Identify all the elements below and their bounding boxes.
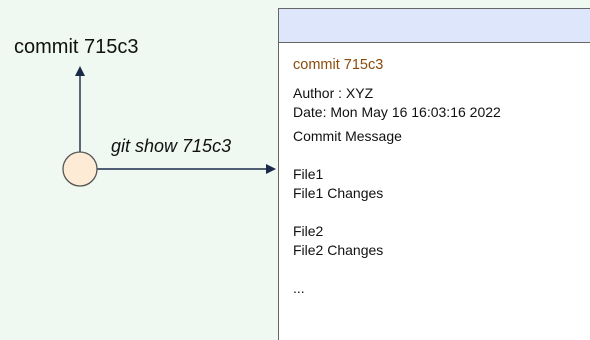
panel-file2-name: File2 [293, 223, 324, 239]
panel-body: commit 715c3 Author : XYZ Date: Mon May … [279, 43, 590, 298]
panel-author-line: Author : XYZ [293, 85, 374, 101]
commit-node [62, 151, 98, 187]
panel-commit-line: commit 715c3 [293, 57, 384, 73]
commit-node-label: commit 715c3 [14, 36, 139, 58]
git-show-command-label: git show 715c3 [111, 136, 232, 156]
panel-message-line: Commit Message [293, 128, 402, 144]
git-show-output-panel: commit 715c3 Author : XYZ Date: Mon May … [278, 8, 590, 340]
panel-file2-changes: File2 Changes [293, 242, 384, 258]
panel-file1-name: File1 [293, 166, 324, 182]
panel-date-line: Date: Mon May 16 16:03:16 2022 [293, 104, 501, 120]
panel-file1-changes: File1 Changes [293, 185, 384, 201]
panel-header [279, 9, 590, 43]
panel-ellipsis: ... [293, 280, 305, 296]
